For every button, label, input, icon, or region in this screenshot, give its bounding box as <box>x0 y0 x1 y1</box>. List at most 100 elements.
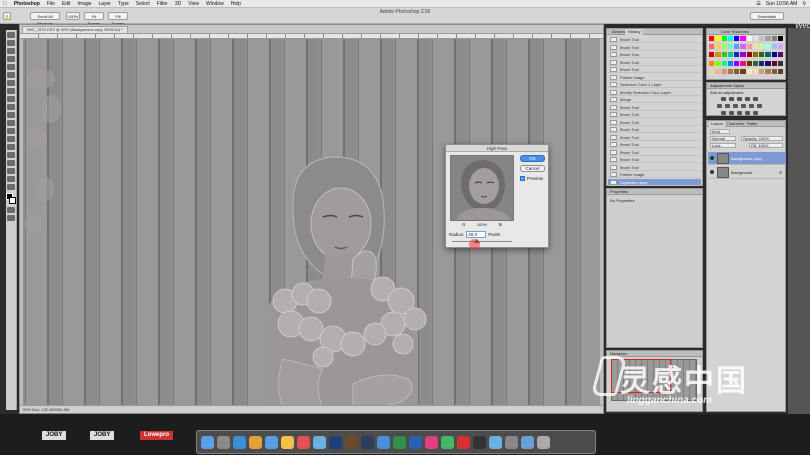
color-swatch[interactable] <box>746 44 752 50</box>
document-tab[interactable]: IMG_7875.CR2 @ 50% (Background copy, RGB… <box>22 26 128 33</box>
launchpad-app-icon[interactable] <box>217 435 230 449</box>
color-swatch[interactable] <box>765 52 771 58</box>
color-swatch[interactable] <box>746 60 752 66</box>
zoom-out-icon[interactable]: ⊟ <box>462 222 465 227</box>
history-row[interactable]: Brush Tool <box>608 111 701 118</box>
color-swatch[interactable] <box>759 60 765 66</box>
color-swatch[interactable] <box>765 36 771 41</box>
channel-mixer-icon[interactable] <box>749 104 754 108</box>
itunes-app-icon[interactable] <box>425 435 438 449</box>
color-swatch[interactable] <box>765 44 771 50</box>
history-row[interactable]: Brush Tool <box>608 156 701 163</box>
color-balance-icon[interactable] <box>725 104 730 108</box>
color-lookup-icon[interactable] <box>757 104 762 108</box>
color-swatch[interactable] <box>752 68 758 74</box>
tab-properties[interactable]: Properties <box>607 189 702 195</box>
screen-mode-icon[interactable] <box>7 215 15 221</box>
photoshop-app-icon[interactable] <box>329 435 342 449</box>
color-swatch[interactable] <box>721 36 727 41</box>
background-color[interactable] <box>9 197 16 204</box>
color-swatch[interactable] <box>765 68 771 74</box>
tab-layers[interactable]: Layers <box>709 121 726 127</box>
history-row[interactable]: Selective Color 1 Layer <box>608 81 701 88</box>
actual-pixels-button[interactable]: 100% <box>66 12 80 20</box>
gradient-tool-icon[interactable] <box>7 120 15 126</box>
brush-tool-icon[interactable] <box>7 88 15 94</box>
color-swatch[interactable] <box>765 60 771 66</box>
color-swatch[interactable] <box>715 36 721 41</box>
lasso-tool-icon[interactable] <box>7 48 15 54</box>
eye-icon[interactable] <box>710 156 714 160</box>
layer-filter-kind[interactable]: Kind <box>710 129 730 134</box>
blur-tool-icon[interactable] <box>7 128 15 134</box>
color-swatch[interactable] <box>721 44 727 50</box>
color-swatch[interactable] <box>727 52 733 58</box>
history-row[interactable]: Brush Tool <box>608 149 701 156</box>
menu-filter[interactable]: Filter <box>157 1 168 7</box>
quick-select-tool-icon[interactable] <box>7 56 15 62</box>
color-swatch[interactable] <box>740 44 746 50</box>
history-row[interactable]: Brush Tool <box>608 119 701 126</box>
color-swatch[interactable] <box>727 36 733 41</box>
menu-type[interactable]: Type <box>118 1 129 7</box>
tab-channels[interactable]: Channels <box>725 121 746 127</box>
color-swatch[interactable] <box>734 44 740 50</box>
color-swatch[interactable] <box>740 36 746 41</box>
lightroom-app-icon[interactable] <box>361 435 374 449</box>
menu-image[interactable]: Image <box>78 1 92 7</box>
trash-app-icon[interactable] <box>537 435 550 449</box>
color-swatch[interactable] <box>727 60 733 66</box>
invert-icon[interactable] <box>721 111 726 115</box>
color-swatch[interactable] <box>715 60 721 66</box>
preview-toggle[interactable]: ✓ Preview <box>520 176 543 181</box>
color-swatch[interactable] <box>740 68 746 74</box>
dodge-tool-icon[interactable] <box>7 136 15 142</box>
vibrance-icon[interactable] <box>753 97 758 101</box>
history-row[interactable]: Merge <box>608 96 701 103</box>
color-swatch[interactable] <box>777 52 783 58</box>
menu-view[interactable]: View <box>188 1 199 7</box>
eye-icon[interactable] <box>710 170 714 174</box>
fill-field[interactable]: Fill: 100% <box>749 143 783 148</box>
menu-file[interactable]: File <box>47 1 55 7</box>
color-swatch[interactable] <box>777 36 783 41</box>
color-swatch[interactable] <box>727 68 733 74</box>
color-swatches[interactable] <box>6 193 16 205</box>
swatches-tabs[interactable]: Color Swatches <box>707 29 785 35</box>
history-row[interactable]: Brush Tool <box>608 66 701 73</box>
cancel-button[interactable]: Cancel <box>520 165 545 172</box>
color-swatch[interactable] <box>771 52 777 58</box>
color-swatch[interactable] <box>734 52 740 58</box>
history-row[interactable]: Brush Tool <box>608 44 701 51</box>
weibo-app-icon[interactable] <box>457 435 470 449</box>
excel-app-icon[interactable] <box>393 435 406 449</box>
wifi-icon[interactable]: ☰ <box>756 1 760 7</box>
zoom-in-icon[interactable]: ⊞ <box>499 222 502 227</box>
zoom-tool-icon[interactable] <box>7 184 15 190</box>
messages-app-icon[interactable] <box>441 435 454 449</box>
bridge-app-icon[interactable] <box>345 435 358 449</box>
color-swatch[interactable] <box>752 52 758 58</box>
history-row[interactable]: Brush Tool <box>608 59 701 66</box>
preview-app-icon[interactable] <box>313 435 326 449</box>
lock-controls[interactable]: Lock: <box>710 143 736 148</box>
photos-app-icon[interactable] <box>281 435 294 449</box>
color-swatch[interactable] <box>709 68 715 74</box>
clock[interactable]: Sun 10:56 AM <box>766 1 797 7</box>
color-swatch[interactable] <box>777 44 783 50</box>
selective-color-icon[interactable] <box>753 111 758 115</box>
shape-tool-icon[interactable] <box>7 168 15 174</box>
color-swatch[interactable] <box>709 60 715 66</box>
color-swatch[interactable] <box>752 44 758 50</box>
menu-3d[interactable]: 3D <box>175 1 181 7</box>
color-swatch[interactable] <box>709 52 715 58</box>
threshold-icon[interactable] <box>737 111 742 115</box>
history-brush-tool-icon[interactable] <box>7 104 15 110</box>
color-swatch[interactable] <box>734 36 740 41</box>
color-swatch[interactable] <box>734 68 740 74</box>
terminal-app-icon[interactable] <box>473 435 486 449</box>
chrome-app-icon[interactable] <box>249 435 262 449</box>
safari-app-icon[interactable] <box>233 435 246 449</box>
menu-select[interactable]: Select <box>136 1 150 7</box>
marquee-tool-icon[interactable] <box>7 40 15 46</box>
